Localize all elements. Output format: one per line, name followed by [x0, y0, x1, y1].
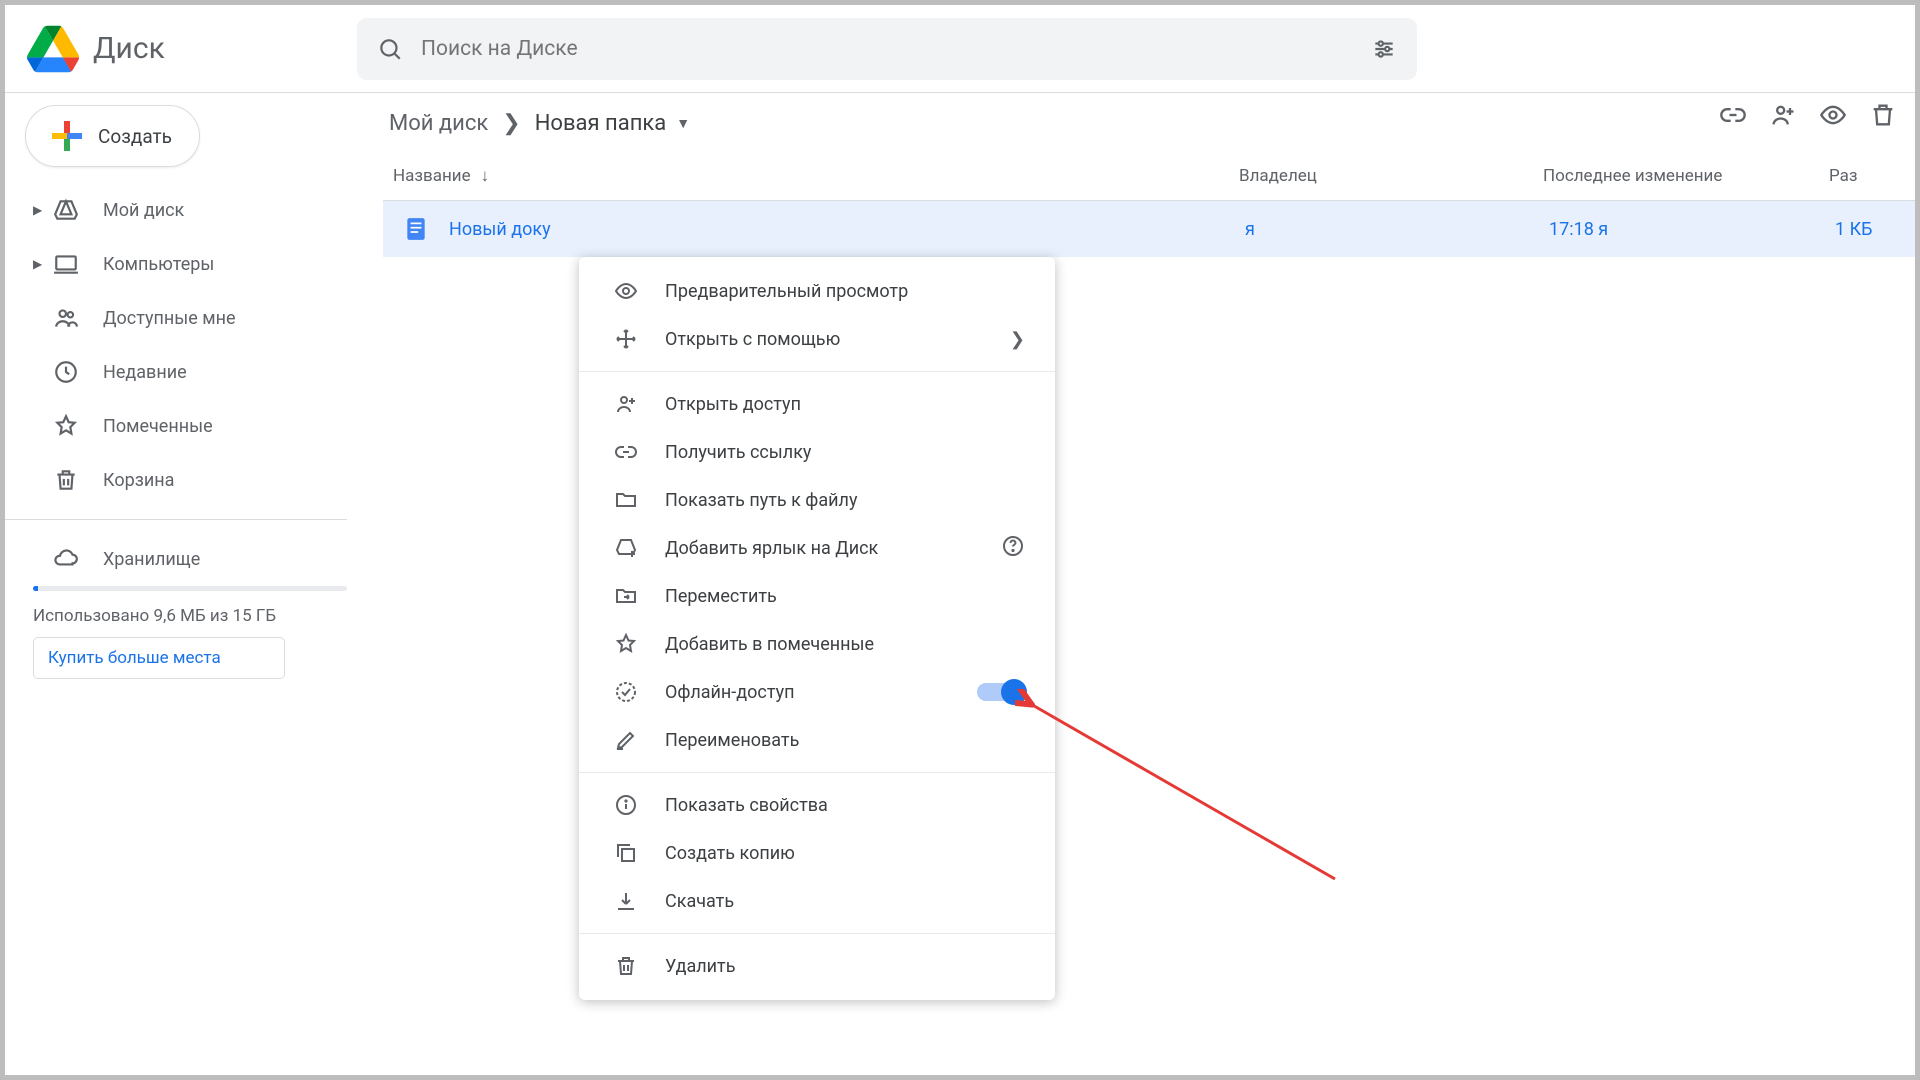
divider — [579, 371, 1055, 372]
sidebar-item-recent[interactable]: Недавние — [5, 345, 359, 399]
offline-check-icon — [613, 679, 639, 705]
sidebar-item-shared[interactable]: Доступные мне — [5, 291, 359, 345]
pencil-icon — [613, 727, 639, 753]
preview-icon[interactable] — [1819, 101, 1847, 133]
star-icon — [51, 411, 81, 441]
col-size[interactable]: Раз — [1829, 166, 1915, 186]
ctx-preview[interactable]: Предварительный просмотр — [579, 267, 1055, 315]
ctx-details[interactable]: Показать свойства — [579, 781, 1055, 829]
divider — [579, 772, 1055, 773]
ctx-open-with[interactable]: Открыть с помощью❯ — [579, 315, 1055, 363]
computer-icon — [51, 249, 81, 279]
chevron-down-icon[interactable]: ▼ — [676, 115, 690, 132]
folder-icon — [613, 487, 639, 513]
plus-icon — [52, 121, 82, 151]
storage-usage-text: Использовано 9,6 МБ из 15 ГБ — [33, 605, 347, 629]
chevron-right-icon: ❯ — [502, 111, 520, 136]
sidebar: Создать ▶Мой диск ▶Компьютеры Доступные … — [5, 93, 375, 1075]
search-bar[interactable] — [357, 18, 1417, 80]
sidebar-item-starred[interactable]: Помеченные — [5, 399, 359, 453]
star-icon — [613, 631, 639, 657]
trash-icon — [613, 953, 639, 979]
sort-arrow-icon: ↓ — [481, 166, 490, 186]
ctx-star[interactable]: Добавить в помеченные — [579, 620, 1055, 668]
trash-icon — [51, 465, 81, 495]
table-row[interactable]: Новый доку я 17:18 я 1 КБ — [383, 201, 1915, 257]
ctx-delete[interactable]: Удалить — [579, 942, 1055, 990]
action-toolbar — [1719, 101, 1897, 133]
info-icon — [613, 792, 639, 818]
search-options-icon[interactable] — [1371, 36, 1397, 62]
people-icon — [51, 303, 81, 333]
buy-storage-button[interactable]: Купить больше места — [33, 637, 285, 679]
ctx-show-path[interactable]: Показать путь к файлу — [579, 476, 1055, 524]
ctx-share[interactable]: Открыть доступ — [579, 380, 1055, 428]
help-icon[interactable] — [1001, 534, 1025, 563]
ctx-get-link[interactable]: Получить ссылку — [579, 428, 1055, 476]
col-name[interactable]: Название↓ — [393, 166, 1239, 186]
copy-icon — [613, 840, 639, 866]
search-icon — [377, 36, 403, 62]
person-add-icon — [613, 391, 639, 417]
sidebar-item-my-drive[interactable]: ▶Мой диск — [5, 183, 359, 237]
app-name: Диск — [93, 31, 165, 66]
chevron-right-icon: ❯ — [1010, 329, 1025, 350]
context-menu: Предварительный просмотр Открыть с помощ… — [579, 257, 1055, 1000]
ctx-add-shortcut[interactable]: Добавить ярлык на Диск — [579, 524, 1055, 572]
sidebar-item-storage[interactable]: Хранилище — [5, 532, 359, 586]
folder-move-icon — [613, 583, 639, 609]
move-arrows-icon — [613, 326, 639, 352]
sidebar-item-computers[interactable]: ▶Компьютеры — [5, 237, 359, 291]
file-name: Новый доку — [449, 219, 1245, 240]
link-icon — [613, 439, 639, 465]
ctx-rename[interactable]: Переименовать — [579, 716, 1055, 764]
drive-shortcut-icon — [613, 535, 639, 561]
storage-bar — [33, 586, 347, 591]
search-input[interactable] — [421, 37, 1371, 61]
file-size: 1 КБ — [1835, 219, 1873, 240]
file-owner: я — [1245, 219, 1549, 240]
create-button[interactable]: Создать — [25, 105, 200, 167]
logo-area: Диск — [27, 23, 357, 75]
ctx-download[interactable]: Скачать — [579, 877, 1055, 925]
ctx-offline[interactable]: Офлайн-доступ — [579, 668, 1055, 716]
cloud-icon — [51, 544, 81, 574]
ctx-move[interactable]: Переместить — [579, 572, 1055, 620]
download-icon — [613, 888, 639, 914]
col-owner[interactable]: Владелец — [1239, 166, 1543, 186]
column-headers: Название↓ Владелец Последнее изменение Р… — [383, 154, 1915, 201]
drive-icon — [51, 195, 81, 225]
breadcrumb-root[interactable]: Мой диск — [389, 111, 488, 136]
breadcrumb: Мой диск ❯ Новая папка ▼ — [383, 111, 1915, 136]
offline-toggle[interactable] — [977, 683, 1025, 701]
sidebar-item-trash[interactable]: Корзина — [5, 453, 359, 507]
ctx-copy[interactable]: Создать копию — [579, 829, 1055, 877]
create-label: Создать — [98, 125, 172, 148]
file-modified: 17:18 я — [1549, 219, 1835, 240]
delete-icon[interactable] — [1869, 101, 1897, 133]
drive-logo-icon — [27, 23, 79, 75]
docs-file-icon — [403, 216, 429, 242]
share-icon[interactable] — [1769, 101, 1797, 133]
divider — [579, 933, 1055, 934]
clock-icon — [51, 357, 81, 387]
link-icon[interactable] — [1719, 101, 1747, 133]
col-modified[interactable]: Последнее изменение — [1543, 166, 1829, 186]
divider — [5, 519, 347, 520]
eye-icon — [613, 278, 639, 304]
breadcrumb-current[interactable]: Новая папка — [535, 111, 667, 136]
